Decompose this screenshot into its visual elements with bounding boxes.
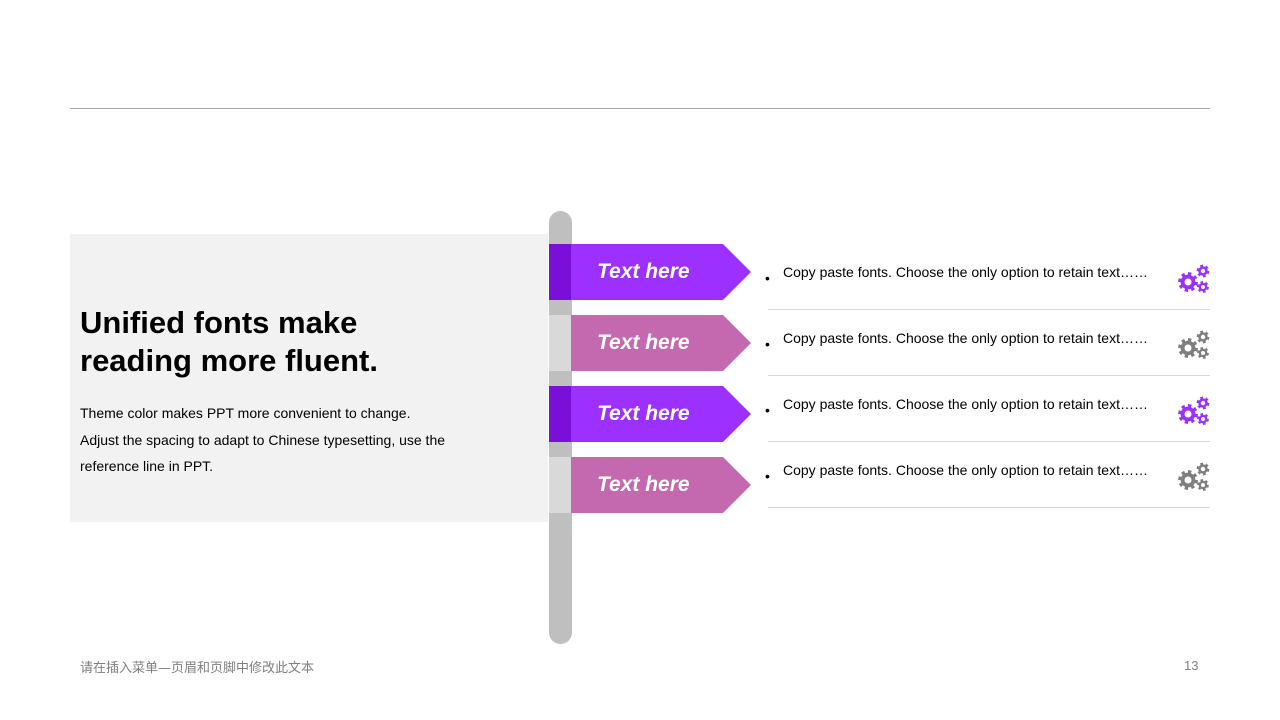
- bullet-text[interactable]: Copy paste fonts. Choose the only option…: [783, 264, 1148, 280]
- footer-text: 请在插入菜单—页眉和页脚中修改此文本: [80, 661, 315, 676]
- slide-body: Theme color makes PPT more convenient to…: [80, 400, 520, 480]
- item-divider: [768, 441, 1210, 442]
- header-divider: [70, 108, 1210, 109]
- bullet-dot: •: [765, 402, 770, 418]
- gear-gray-icon: [1178, 330, 1210, 359]
- bullet-text[interactable]: Copy paste fonts. Choose the only option…: [783, 330, 1148, 346]
- bullet-dot: •: [765, 336, 770, 352]
- bullet-item-4: • Copy paste fonts. Choose the only opti…: [765, 452, 1210, 518]
- slide-title-line-1: Unified fonts make: [80, 305, 358, 340]
- gear-purple-icon: [1178, 264, 1210, 293]
- sign-arrow-1[interactable]: Text here: [549, 244, 751, 300]
- slide-title: Unified fonts make reading more fluent.: [80, 304, 520, 380]
- body-line-2: Adjust the spacing to adapt to Chinese t…: [80, 431, 446, 448]
- sign-arrow-4[interactable]: Text here: [549, 457, 751, 513]
- item-divider: [768, 375, 1210, 376]
- text-panel: Unified fonts make reading more fluent. …: [70, 234, 548, 522]
- item-divider: [768, 507, 1210, 508]
- body-line-3: reference line in PPT.: [80, 458, 214, 474]
- sign-arrow-3[interactable]: Text here: [549, 386, 751, 442]
- bullet-dot: •: [765, 468, 770, 484]
- gear-purple-icon: [1178, 396, 1210, 425]
- bullet-text[interactable]: Copy paste fonts. Choose the only option…: [783, 396, 1148, 412]
- sign-arrow-label: Text here: [597, 473, 690, 496]
- bullet-item-2: • Copy paste fonts. Choose the only opti…: [765, 320, 1210, 386]
- sign-arrow-label: Text here: [597, 331, 690, 354]
- sign-arrow-label: Text here: [597, 260, 690, 283]
- gear-gray-icon: [1178, 462, 1210, 491]
- slide-title-line-2: reading more fluent.: [80, 343, 378, 378]
- page-number: 13: [1184, 658, 1199, 673]
- body-line-1: Theme color makes PPT more convenient to…: [80, 405, 411, 421]
- bullet-item-3: • Copy paste fonts. Choose the only opti…: [765, 386, 1210, 452]
- sign-arrow-2[interactable]: Text here: [549, 315, 751, 371]
- sign-arrow-label: Text here: [597, 402, 690, 425]
- bullet-item-1: • Copy paste fonts. Choose the only opti…: [765, 254, 1210, 320]
- bullet-text[interactable]: Copy paste fonts. Choose the only option…: [783, 462, 1148, 478]
- bullet-dot: •: [765, 270, 770, 286]
- item-divider: [768, 309, 1210, 310]
